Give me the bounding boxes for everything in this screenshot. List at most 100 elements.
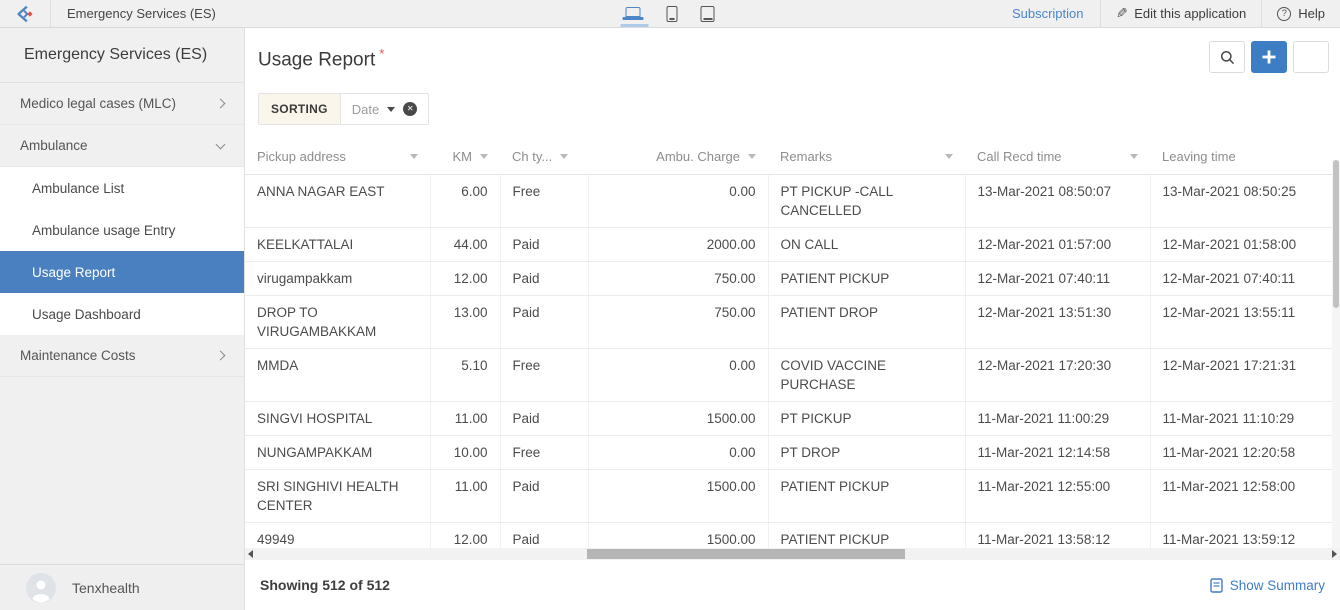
sidebar-item-ambulance-list[interactable]: Ambulance List (0, 167, 244, 209)
column-header-call-recd-time[interactable]: Call Recd time (965, 140, 1150, 174)
page-title-text: Usage Report (258, 49, 375, 70)
cell-call-recd-time: 12-Mar-2021 17:20:30 (965, 348, 1150, 401)
table-row[interactable]: SINGVI HOSPITAL 11.00 Paid 1500.00 PT PI… (245, 401, 1332, 435)
table-row[interactable]: NUNGAMPAKKAM 10.00 Free 0.00 PT DROP 11-… (245, 435, 1332, 469)
table-row[interactable]: virugampakkam 12.00 Paid 750.00 PATIENT … (245, 261, 1332, 295)
table-row[interactable]: 49949 12.00 Paid 1500.00 PATIENT PICKUP … (245, 522, 1332, 548)
cell-pickup-address: SRI SINGHIVI HEALTH CENTER (245, 469, 430, 522)
cell-call-recd-time: 11-Mar-2021 12:14:58 (965, 435, 1150, 469)
cell-call-recd-time: 11-Mar-2021 12:55:00 (965, 469, 1150, 522)
column-label: Ambu. Charge (656, 149, 740, 164)
subscription-link[interactable]: Subscription (996, 0, 1100, 27)
add-record-button[interactable] (1251, 41, 1287, 73)
plus-icon (1262, 50, 1276, 64)
scroll-left-arrow-icon[interactable] (248, 550, 253, 558)
cell-ambu-charge: 0.00 (588, 174, 768, 227)
column-header-leaving-time[interactable]: Leaving time (1150, 140, 1332, 174)
device-tablet-button[interactable] (698, 0, 718, 27)
edit-application-button[interactable]: Edit this application (1101, 0, 1262, 27)
cell-charge-type: Free (500, 435, 588, 469)
cell-call-recd-time: 13-Mar-2021 08:50:07 (965, 174, 1150, 227)
table-body: ANNA NAGAR EAST 6.00 Free 0.00 PT PICKUP… (245, 174, 1332, 548)
sidebar-item-ambulance-usage-entry[interactable]: Ambulance usage Entry (0, 209, 244, 251)
sidebar: Emergency Services (ES) Medico legal cas… (0, 28, 245, 610)
sidebar-item-medico-legal-cases[interactable]: Medico legal cases (MLC) (0, 83, 244, 125)
sidebar-item-label: Usage Dashboard (32, 307, 141, 322)
vertical-scrollbar-thumb[interactable] (1333, 160, 1339, 308)
document-icon (1210, 578, 1223, 593)
cell-charge-type: Paid (500, 401, 588, 435)
filter-caret-icon[interactable] (748, 154, 756, 159)
filter-caret-icon[interactable] (560, 154, 568, 159)
column-label: Pickup address (257, 149, 346, 164)
cell-charge-type: Free (500, 174, 588, 227)
report-footer: Showing 512 of 512 Show Summary (245, 560, 1340, 610)
required-marker: * (379, 46, 384, 61)
caret-down-icon (387, 107, 395, 112)
filter-caret-icon[interactable] (1130, 154, 1138, 159)
question-circle-icon (1277, 7, 1291, 21)
help-label: Help (1298, 6, 1325, 21)
device-preview-switcher (623, 0, 718, 27)
table-row[interactable]: SRI SINGHIVI HEALTH CENTER 11.00 Paid 15… (245, 469, 1332, 522)
sidebar-item-label: Ambulance usage Entry (32, 223, 175, 238)
cell-remarks: PATIENT PICKUP (768, 261, 965, 295)
horizontal-scrollbar-thumb[interactable] (587, 549, 905, 559)
cell-leaving-time: 11-Mar-2021 12:20:58 (1150, 435, 1332, 469)
cell-leaving-time: 11-Mar-2021 12:58:00 (1150, 469, 1332, 522)
column-header-remarks[interactable]: Remarks (768, 140, 965, 174)
cell-call-recd-time: 12-Mar-2021 13:51:30 (965, 295, 1150, 348)
cell-pickup-address: NUNGAMPAKKAM (245, 435, 430, 469)
sidebar-app-title: Emergency Services (ES) (0, 28, 244, 83)
chevron-down-icon (216, 139, 226, 149)
edit-application-label: Edit this application (1134, 6, 1246, 21)
column-header-pickup-address[interactable]: Pickup address (245, 140, 430, 174)
scroll-right-arrow-icon[interactable] (1332, 550, 1337, 558)
sidebar-item-maintenance-costs[interactable]: Maintenance Costs (0, 335, 244, 377)
filter-caret-icon[interactable] (945, 154, 953, 159)
sorting-field-dropdown[interactable]: Date (341, 94, 428, 124)
cell-call-recd-time: 12-Mar-2021 01:57:00 (965, 227, 1150, 261)
show-summary-link[interactable]: Show Summary (1210, 578, 1325, 593)
column-label: Remarks (780, 149, 832, 164)
device-laptop-button[interactable] (623, 0, 647, 27)
cell-charge-type: Paid (500, 295, 588, 348)
cell-call-recd-time: 11-Mar-2021 13:58:12 (965, 522, 1150, 548)
topbar: Emergency Services (ES) Subscription Edi… (0, 0, 1340, 28)
sidebar-item-ambulance[interactable]: Ambulance (0, 125, 244, 167)
user-account[interactable]: Tenxhealth (0, 564, 244, 610)
filter-caret-icon[interactable] (410, 154, 418, 159)
more-options-button[interactable] (1293, 41, 1329, 73)
zoho-creator-logo[interactable] (0, 0, 50, 27)
table-row[interactable]: MMDA 5.10 Free 0.00 COVID VACCINE PURCHA… (245, 348, 1332, 401)
cell-remarks: PATIENT PICKUP (768, 469, 965, 522)
sidebar-item-label: Medico legal cases (MLC) (20, 96, 176, 111)
search-button[interactable] (1209, 41, 1245, 73)
column-header-km[interactable]: KM (430, 140, 500, 174)
table-row[interactable]: ANNA NAGAR EAST 6.00 Free 0.00 PT PICKUP… (245, 174, 1332, 227)
cell-remarks: COVID VACCINE PURCHASE (768, 348, 965, 401)
sidebar-nav: Medico legal cases (MLC) Ambulance Ambul… (0, 83, 244, 564)
remove-sort-button[interactable] (403, 102, 417, 116)
vertical-scrollbar[interactable] (1332, 160, 1340, 548)
cell-pickup-address: ANNA NAGAR EAST (245, 174, 430, 227)
main-content: Usage Report * (245, 28, 1340, 610)
cell-leaving-time: 12-Mar-2021 13:55:11 (1150, 295, 1332, 348)
help-button[interactable]: Help (1262, 0, 1340, 27)
filter-caret-icon[interactable] (480, 154, 488, 159)
sidebar-item-label: Ambulance (20, 138, 88, 153)
column-header-ambu-charge[interactable]: Ambu. Charge (588, 140, 768, 174)
table-row[interactable]: DROP TO VIRUGAMBAKKAM 13.00 Paid 750.00 … (245, 295, 1332, 348)
horizontal-scrollbar[interactable] (245, 548, 1340, 560)
sidebar-item-usage-dashboard[interactable]: Usage Dashboard (0, 293, 244, 335)
sidebar-item-usage-report[interactable]: Usage Report (0, 251, 244, 293)
zoho-creator-logo-icon (14, 3, 36, 25)
column-header-charge-type[interactable]: Ch ty... (500, 140, 588, 174)
cell-km: 12.00 (430, 261, 500, 295)
cell-km: 11.00 (430, 469, 500, 522)
report-actions (1209, 41, 1329, 73)
table-row[interactable]: KEELKATTALAI 44.00 Paid 2000.00 ON CALL … (245, 227, 1332, 261)
device-phone-button[interactable] (664, 0, 681, 27)
cell-ambu-charge: 0.00 (588, 348, 768, 401)
app-window: Emergency Services (ES) Subscription Edi… (0, 0, 1340, 610)
